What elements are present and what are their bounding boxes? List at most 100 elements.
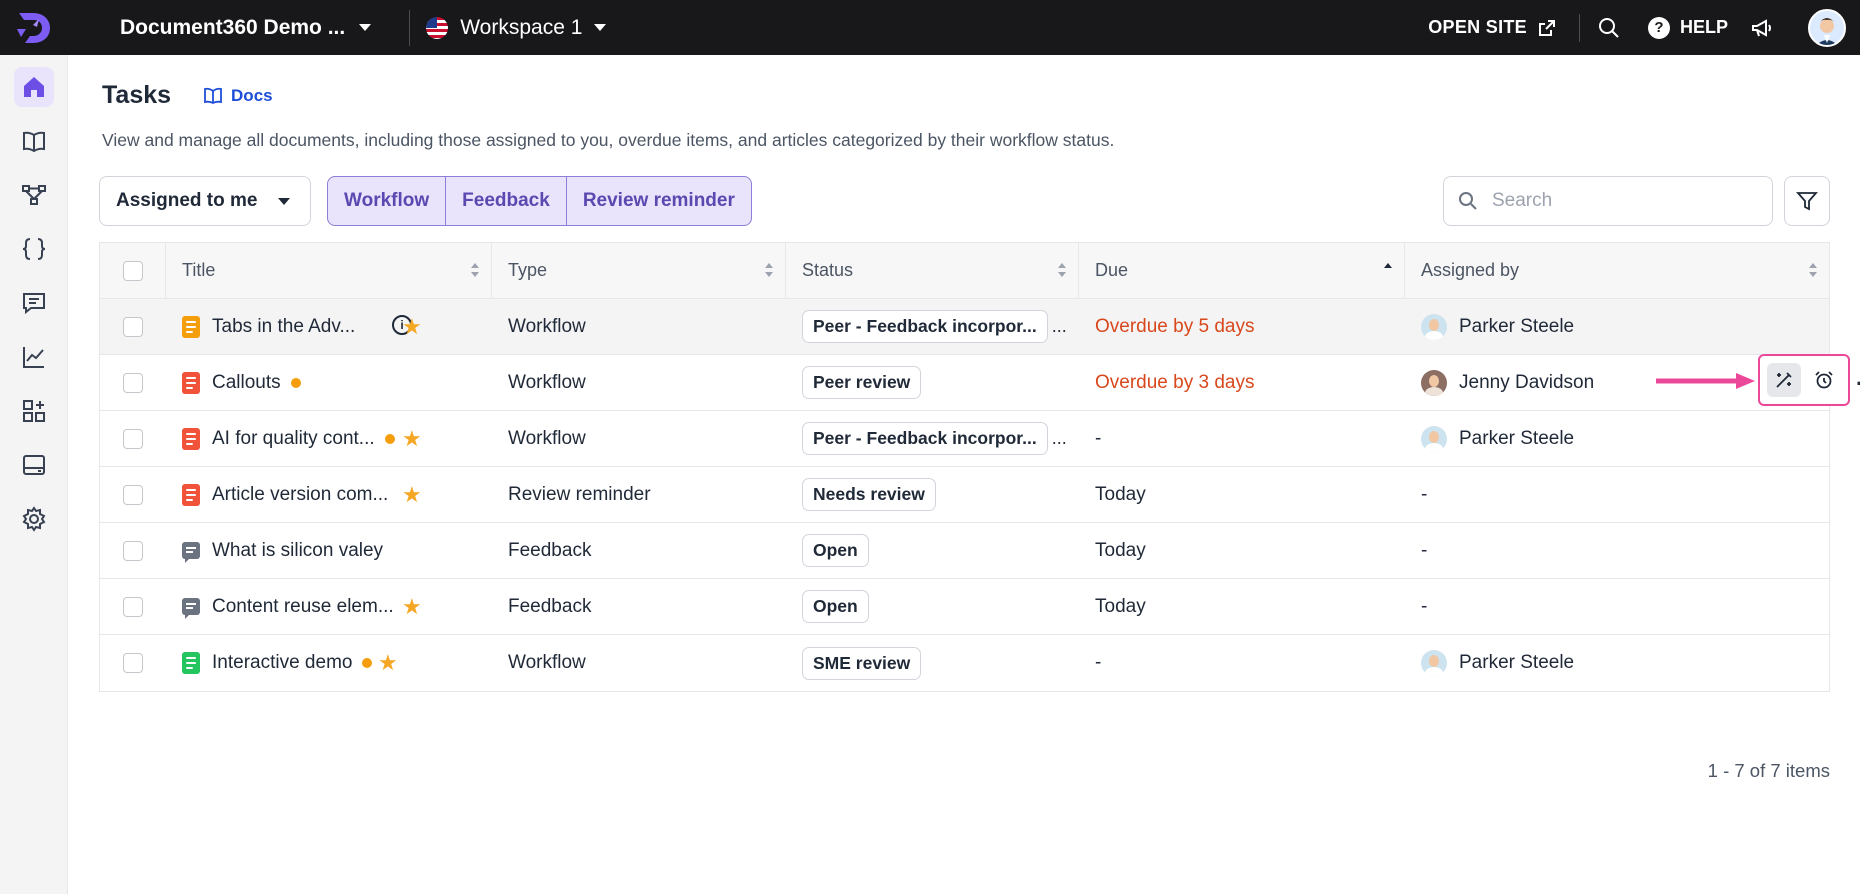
task-type-filter: Workflow Feedback Review reminder <box>327 176 752 226</box>
sort-ascending-icon[interactable] <box>1384 263 1392 279</box>
sidebar-item-api[interactable] <box>14 229 54 269</box>
highlight-arrow-icon <box>1656 373 1755 389</box>
table-row[interactable]: What is silicon valey Feedback Open Toda… <box>100 523 1829 579</box>
row-checkbox[interactable] <box>123 428 143 449</box>
select-all-checkbox[interactable] <box>122 260 143 281</box>
type-cell: Feedback <box>492 523 786 578</box>
article-icon <box>182 315 200 338</box>
column-header-type[interactable]: Type <box>492 243 786 298</box>
change-workflow-button[interactable] <box>1766 363 1801 397</box>
workspace-selector[interactable]: Workspace 1 <box>426 16 607 40</box>
due-cell: Today <box>1079 467 1405 522</box>
project-selector[interactable]: Document360 Demo ... <box>120 16 372 40</box>
status-badge: Peer review <box>802 366 922 399</box>
title-cell[interactable]: Interactive demo ★ <box>166 635 492 691</box>
docs-link[interactable]: Docs <box>203 86 273 106</box>
article-title[interactable]: Callouts <box>212 372 281 394</box>
document360-logo-icon[interactable] <box>0 0 68 55</box>
title-cell[interactable]: AI for quality cont... ★ <box>166 411 492 466</box>
sidebar-item-analytics[interactable] <box>14 337 54 377</box>
title-cell[interactable]: Content reuse elem... ★ <box>166 579 492 634</box>
sort-icon[interactable] <box>1809 263 1817 279</box>
type-cell: Feedback <box>492 579 786 634</box>
segment-feedback[interactable]: Feedback <box>446 177 567 225</box>
column-header-assigned-by[interactable]: Assigned by <box>1405 243 1829 298</box>
braces-icon <box>22 238 46 260</box>
divider <box>409 9 411 46</box>
open-site-link[interactable]: OPEN SITE <box>1428 17 1557 38</box>
sort-icon[interactable] <box>765 263 773 279</box>
due-cell: - <box>1079 635 1405 691</box>
user-avatar[interactable] <box>1808 8 1846 47</box>
more-options-icon[interactable]: ··· <box>1856 371 1860 397</box>
select-all-cell <box>100 243 166 298</box>
table-row[interactable]: Tabs in the Adv... i ★ Workflow Peer - F… <box>100 299 1829 355</box>
row-checkbox[interactable] <box>123 596 143 617</box>
article-title[interactable]: AI for quality cont... <box>212 428 375 450</box>
title-cell[interactable]: Tabs in the Adv... i ★ <box>166 299 492 354</box>
row-checkbox[interactable] <box>123 372 143 393</box>
avatar <box>1421 313 1447 340</box>
sidebar-item-settings[interactable] <box>14 499 54 539</box>
article-icon <box>182 483 200 506</box>
table-row[interactable]: Article version com... ★ Review reminder… <box>100 467 1829 523</box>
type-cell: Workflow <box>492 355 786 410</box>
article-title[interactable]: What is silicon valey <box>212 540 383 562</box>
segment-review-reminder[interactable]: Review reminder <box>567 177 751 225</box>
article-icon <box>182 371 200 394</box>
column-header-status[interactable]: Status <box>786 243 1079 298</box>
row-checkbox[interactable] <box>123 316 143 337</box>
sort-icon[interactable] <box>1058 263 1066 279</box>
article-title[interactable]: Interactive demo <box>212 652 352 674</box>
title-cell[interactable]: Callouts <box>166 355 492 410</box>
search-input[interactable]: Search <box>1443 176 1773 226</box>
star-icon[interactable]: ★ <box>402 482 422 508</box>
sidebar-item-feedback[interactable] <box>14 283 54 323</box>
sidebar-item-home[interactable] <box>14 67 54 107</box>
assigned-by-cell: - <box>1405 523 1829 578</box>
table-row[interactable]: Content reuse elem... ★ Feedback Open To… <box>100 579 1829 635</box>
assignee-name: Jenny Davidson <box>1459 371 1595 393</box>
main-content: Tasks Docs View and manage all documents… <box>68 55 1860 894</box>
alarm-clock-icon <box>1815 371 1833 389</box>
task-type: Workflow <box>508 371 586 393</box>
title-cell[interactable]: Article version com... ★ <box>166 467 492 522</box>
article-title[interactable]: Article version com... <box>212 484 388 506</box>
sidebar-item-documents[interactable] <box>14 121 54 161</box>
status-badge: Open <box>802 590 869 623</box>
table-row[interactable]: AI for quality cont... ★ Workflow Peer -… <box>100 411 1829 467</box>
row-select-cell <box>100 355 166 410</box>
segment-workflow[interactable]: Workflow <box>328 177 447 225</box>
table-row[interactable]: Interactive demo ★ Workflow SME review -… <box>100 635 1829 691</box>
status-cell: SME review <box>786 635 1079 691</box>
table-row[interactable]: Callouts Workflow Peer review Overdue by… <box>100 355 1829 411</box>
book-icon <box>204 87 222 104</box>
row-checkbox[interactable] <box>123 540 143 561</box>
star-icon[interactable]: ★ <box>378 650 398 676</box>
status-cell: Peer review <box>786 355 1079 410</box>
sidebar-item-apps[interactable] <box>14 391 54 431</box>
help-button[interactable]: ? HELP <box>1647 16 1728 39</box>
filter-button[interactable] <box>1784 176 1830 226</box>
search-icon[interactable] <box>1598 17 1620 39</box>
megaphone-icon[interactable] <box>1750 16 1774 40</box>
column-header-due[interactable]: Due <box>1079 243 1405 298</box>
assigned-to-me-dropdown[interactable]: Assigned to me <box>99 176 311 226</box>
divider <box>1578 13 1580 42</box>
article-title[interactable]: Content reuse elem... <box>212 596 394 618</box>
column-header-title[interactable]: Title <box>166 243 492 298</box>
task-type: Feedback <box>508 595 592 617</box>
assigned-by-cell: - <box>1405 467 1829 522</box>
sidebar-item-widgets[interactable] <box>14 445 54 485</box>
star-icon[interactable]: ★ <box>402 314 422 340</box>
article-title[interactable]: Tabs in the Adv... <box>212 316 355 338</box>
row-checkbox[interactable] <box>123 653 143 673</box>
sidebar-item-workflow[interactable] <box>14 175 54 215</box>
star-icon[interactable]: ★ <box>402 426 422 452</box>
set-reminder-button[interactable] <box>1807 363 1841 397</box>
us-flag-icon <box>426 16 449 39</box>
star-icon[interactable]: ★ <box>402 594 422 620</box>
sort-icon[interactable] <box>471 263 479 279</box>
row-checkbox[interactable] <box>123 484 143 505</box>
title-cell[interactable]: What is silicon valey <box>166 523 492 578</box>
